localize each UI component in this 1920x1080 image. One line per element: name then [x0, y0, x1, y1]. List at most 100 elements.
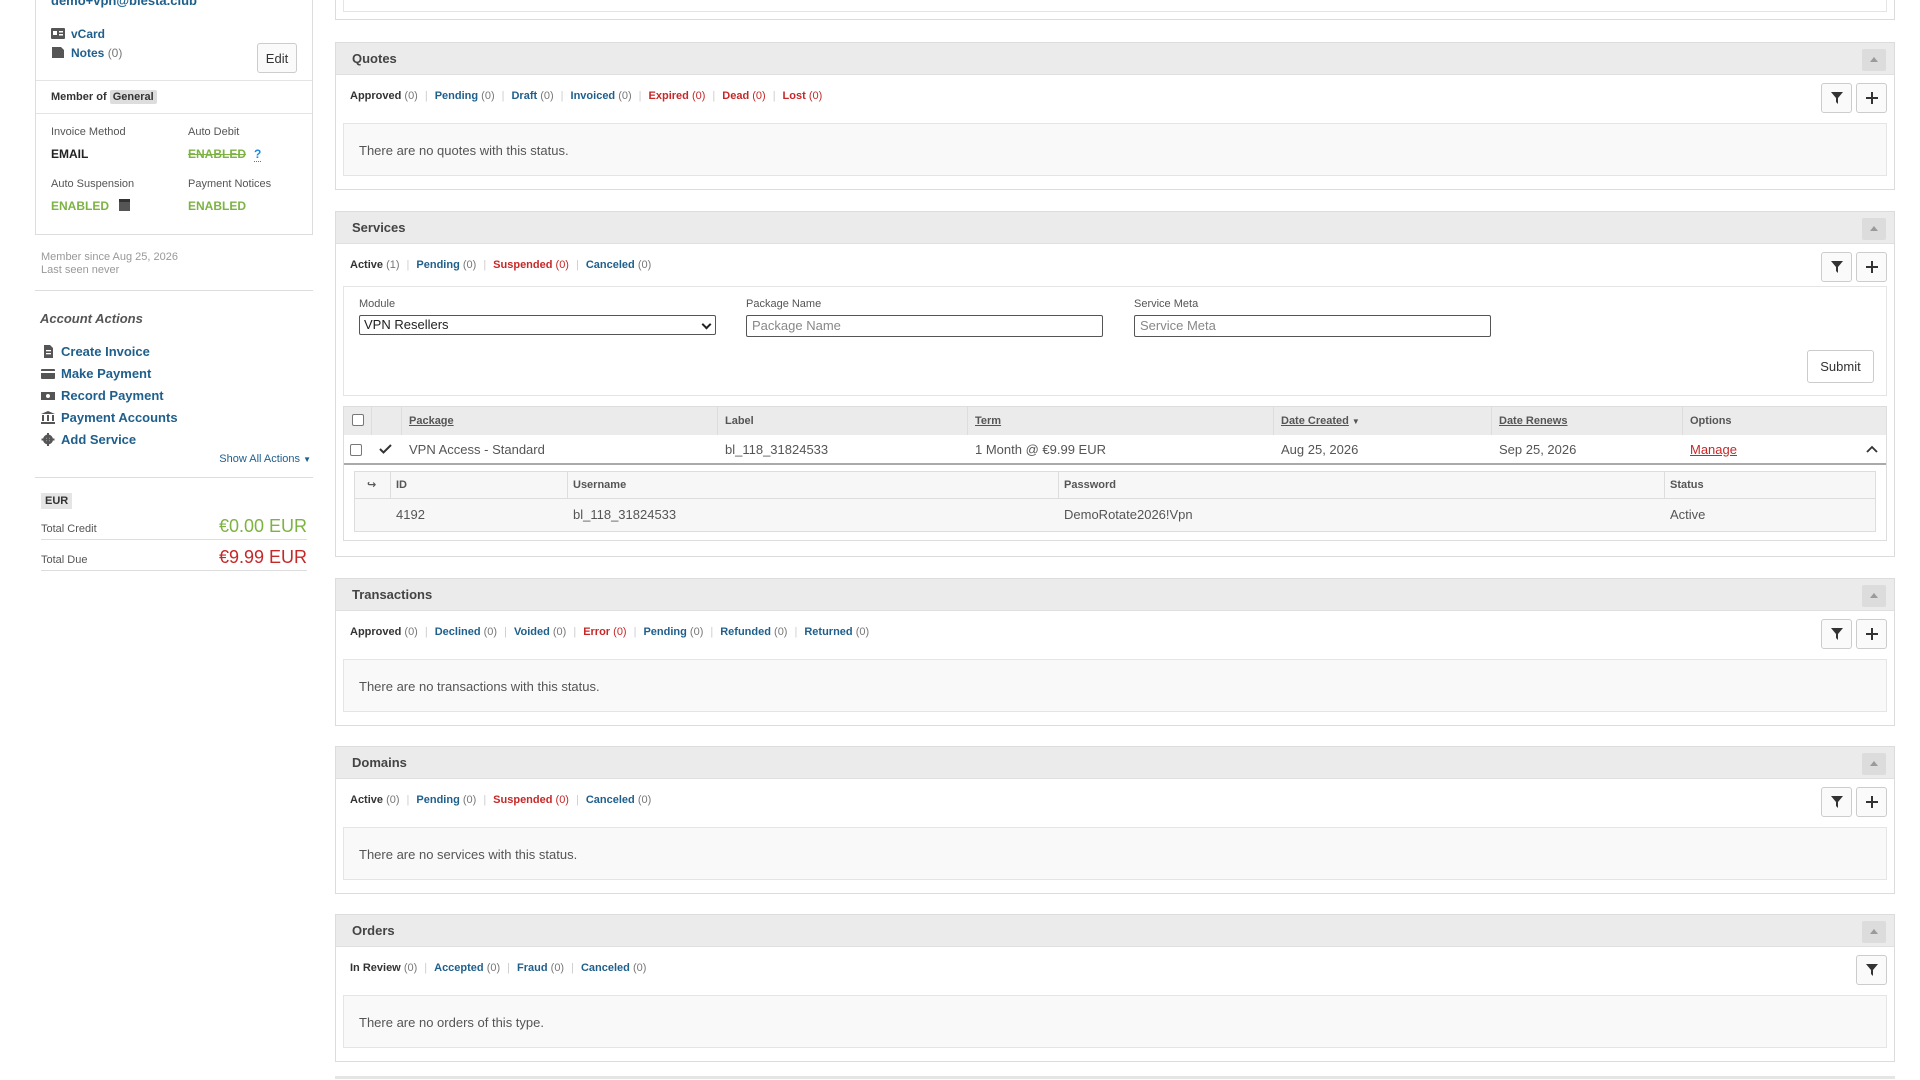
- add-transaction-button[interactable]: [1856, 619, 1887, 649]
- orders-tab-fraud[interactable]: Fraud (0): [517, 962, 564, 974]
- tab-label: Active: [350, 794, 384, 806]
- notes-label[interactable]: Notes: [71, 46, 104, 60]
- calendar-icon[interactable]: [119, 199, 131, 211]
- manage-service-link[interactable]: Manage: [1690, 442, 1737, 457]
- orders-tab-accepted[interactable]: Accepted (0): [434, 962, 500, 974]
- services-tab-pending[interactable]: Pending (0): [416, 259, 476, 271]
- vcard-label[interactable]: vCard: [71, 27, 105, 41]
- show-all-actions-link[interactable]: Show All Actions: [219, 453, 300, 465]
- client-email-link[interactable]: demo+vpn@blesta.club: [51, 0, 197, 8]
- quotes-tab-lost[interactable]: Lost (0): [783, 90, 823, 102]
- quotes-tab-dead[interactable]: Dead (0): [722, 90, 765, 102]
- services-status-tabs: Active (1) | Pending (0) | Suspended (0) | Can…: [336, 244, 1894, 286]
- collapse-services-button[interactable]: [1862, 218, 1886, 240]
- term-sort-link[interactable]: Term: [975, 415, 1001, 427]
- filter-orders-button[interactable]: [1856, 955, 1887, 985]
- collapse-transactions-button[interactable]: [1862, 585, 1886, 607]
- transactions-tab-returned[interactable]: Returned (0): [804, 626, 869, 638]
- edit-client-button[interactable]: Edit: [257, 43, 297, 73]
- transactions-tab-approved[interactable]: Approved (0): [350, 626, 418, 638]
- filter-icon: [1831, 92, 1843, 104]
- select-all-checkbox[interactable]: [352, 414, 364, 426]
- make-payment-link[interactable]: Make Payment: [61, 366, 151, 381]
- term-column[interactable]: Term: [968, 407, 1274, 435]
- quotes-tab-invoiced[interactable]: Invoiced (0): [571, 90, 632, 102]
- tab-label: Pending: [416, 259, 460, 271]
- account-actions-heading: Account Actions: [40, 311, 143, 326]
- payment-accounts-action[interactable]: Payment Accounts: [41, 406, 313, 428]
- collapse-quotes-button[interactable]: [1862, 49, 1886, 71]
- create-invoice-link[interactable]: Create Invoice: [61, 344, 150, 359]
- orders-tab-canceled[interactable]: Canceled (0): [581, 962, 646, 974]
- transactions-status-tabs: Approved (0) | Declined (0) | Voided (0) | Err…: [336, 611, 1894, 653]
- domains-tab-active[interactable]: Active (0): [350, 794, 400, 806]
- date-created-column[interactable]: Date Created ▼: [1274, 407, 1492, 435]
- package-name-input[interactable]: Package Name: [746, 315, 1103, 337]
- add-domain-button[interactable]: [1856, 787, 1887, 817]
- record-payment-action[interactable]: Record Payment: [41, 384, 313, 406]
- tab-label: Draft: [511, 90, 538, 102]
- date-renews-sort-link[interactable]: Date Renews: [1499, 415, 1567, 427]
- create-invoice-action[interactable]: Create Invoice: [41, 340, 313, 362]
- tab-count: (0): [404, 90, 418, 102]
- package-column[interactable]: Package: [402, 407, 718, 435]
- auto-debit-help-link[interactable]: ?: [254, 147, 262, 162]
- chevron-up-icon[interactable]: [1866, 445, 1878, 454]
- services-tab-suspended[interactable]: Suspended (0): [493, 259, 569, 271]
- total-credit-row: Total Credit €0.00 EUR: [41, 509, 307, 540]
- quotes-tab-pending[interactable]: Pending (0): [435, 90, 495, 102]
- transactions-tab-voided[interactable]: Voided (0): [514, 626, 566, 638]
- tab-count: (0): [552, 626, 567, 638]
- date-created-sort-link[interactable]: Date Created: [1281, 415, 1349, 427]
- tab-count: (0): [752, 90, 766, 102]
- add-service-action[interactable]: Add Service: [41, 428, 313, 450]
- notes-link[interactable]: Notes (0): [51, 46, 122, 60]
- transactions-header: Transactions: [336, 579, 1894, 611]
- auto-debit-label: Auto Debit: [188, 126, 240, 138]
- tab-count: (0): [462, 794, 477, 806]
- domains-tab-pending[interactable]: Pending (0): [416, 794, 476, 806]
- service-meta-input[interactable]: Service Meta: [1134, 315, 1491, 337]
- transactions-tab-error[interactable]: Error (0): [583, 626, 626, 638]
- orders-tab-in-review[interactable]: In Review (0): [350, 962, 417, 974]
- vcard-link[interactable]: vCard: [51, 27, 105, 41]
- detail-status: Active: [1670, 507, 1706, 522]
- sort-desc-icon: ▼: [1351, 417, 1360, 426]
- date-renews-column[interactable]: Date Renews: [1492, 407, 1683, 435]
- payment-accounts-link[interactable]: Payment Accounts: [61, 410, 178, 425]
- service-options: Manage: [1683, 435, 1886, 463]
- tab-label: Approved: [350, 90, 402, 102]
- row-select-checkbox[interactable]: [350, 444, 362, 456]
- collapse-orders-button[interactable]: [1862, 921, 1886, 943]
- tab-label: Pending: [416, 794, 460, 806]
- show-all-actions[interactable]: Show All Actions ▼: [35, 453, 313, 465]
- make-payment-action[interactable]: Make Payment: [41, 362, 313, 384]
- services-tab-canceled[interactable]: Canceled (0): [586, 259, 651, 271]
- add-service-button[interactable]: [1856, 252, 1887, 282]
- transactions-tab-pending[interactable]: Pending (0): [643, 626, 703, 638]
- add-service-link[interactable]: Add Service: [61, 432, 136, 447]
- quotes-tab-expired[interactable]: Expired (0): [649, 90, 706, 102]
- filter-transactions-button[interactable]: [1821, 619, 1852, 649]
- collapse-domains-button[interactable]: [1862, 753, 1886, 775]
- filter-services-button[interactable]: [1821, 252, 1852, 282]
- service-package: VPN Access - Standard: [409, 442, 545, 457]
- filter-domains-button[interactable]: [1821, 787, 1852, 817]
- service-row[interactable]: VPN Access - Standard bl_118_31824533 1 …: [344, 435, 1886, 465]
- tab-separator: |: [406, 794, 410, 806]
- package-sort-link[interactable]: Package: [409, 415, 454, 427]
- quotes-tab-draft[interactable]: Draft (0): [511, 90, 553, 102]
- services-tab-active[interactable]: Active (1): [350, 259, 400, 271]
- record-payment-link[interactable]: Record Payment: [61, 388, 164, 403]
- tab-separator: |: [501, 90, 505, 102]
- transactions-tab-refunded[interactable]: Refunded (0): [720, 626, 787, 638]
- transactions-tab-declined[interactable]: Declined (0): [435, 626, 497, 638]
- domains-tab-canceled[interactable]: Canceled (0): [586, 794, 651, 806]
- add-quote-button[interactable]: [1856, 83, 1887, 113]
- quotes-title: Quotes: [352, 51, 397, 66]
- quotes-tab-approved[interactable]: Approved (0): [350, 90, 418, 102]
- domains-tab-suspended[interactable]: Suspended (0): [493, 794, 569, 806]
- filter-quotes-button[interactable]: [1821, 83, 1852, 113]
- submit-filter-button[interactable]: Submit: [1807, 350, 1874, 383]
- module-select[interactable]: VPN Resellers: [359, 315, 716, 335]
